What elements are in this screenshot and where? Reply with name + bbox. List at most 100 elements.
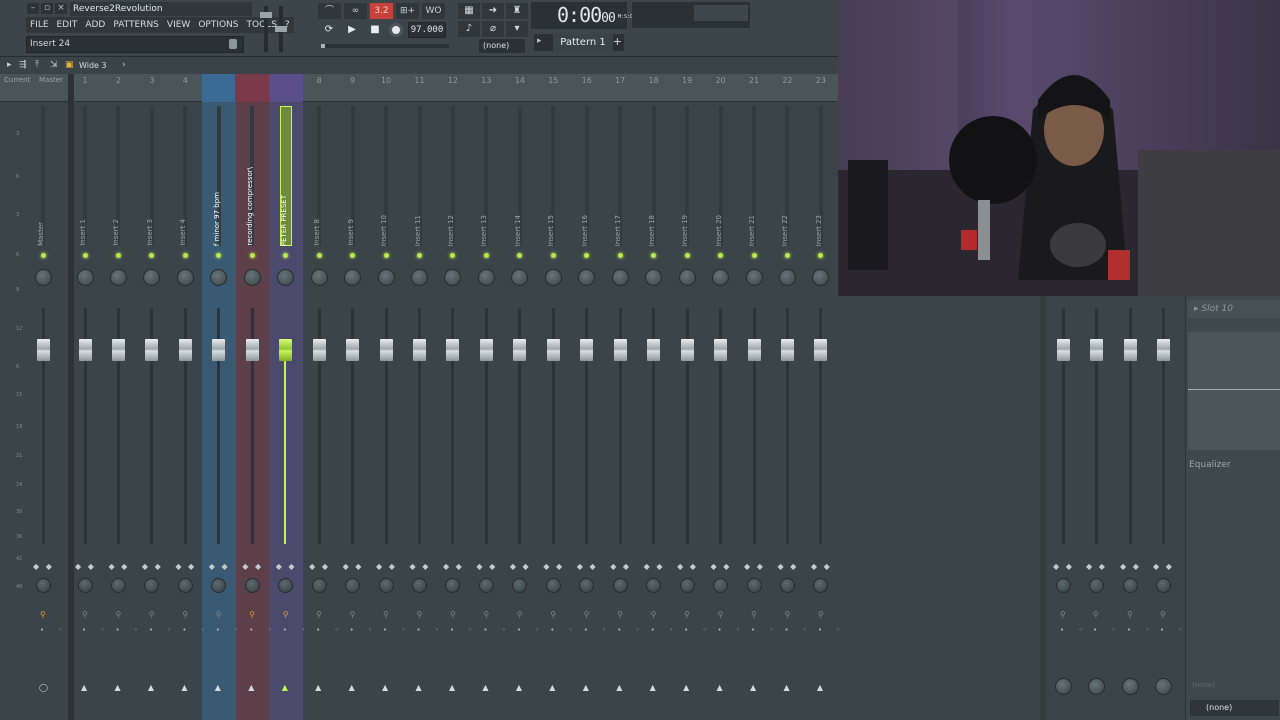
route-icon[interactable]: ⚲	[751, 610, 757, 619]
pan-knob[interactable]	[812, 269, 830, 286]
track-number[interactable]: 23	[811, 76, 831, 85]
stereo-knob[interactable]	[445, 578, 461, 593]
mute-led[interactable]	[550, 253, 556, 258]
stereo-knob[interactable]	[177, 578, 193, 593]
stereo-knob[interactable]	[478, 578, 494, 593]
track-number[interactable]: 12	[443, 76, 463, 85]
volume-fader[interactable]	[446, 339, 460, 361]
volume-fader[interactable]	[212, 339, 226, 361]
menu-add[interactable]: ADD	[81, 17, 109, 33]
track-number[interactable]: 17	[610, 76, 630, 85]
track-number[interactable]: 3	[142, 76, 162, 85]
volume-fader[interactable]	[747, 339, 761, 361]
route-icon[interactable]: ⚲	[784, 610, 790, 619]
track-label[interactable]: Insert 4	[179, 219, 187, 246]
stereo-knob[interactable]	[144, 578, 160, 593]
send-arrow-icon[interactable]: ▲	[616, 683, 622, 692]
send-arrow-icon[interactable]: ▲	[817, 683, 823, 692]
stereo-separation-icon[interactable]: ◆ ◆	[510, 562, 531, 571]
track-number[interactable]: 9	[343, 76, 363, 85]
send-arrow-icon[interactable]: ▲	[215, 683, 221, 692]
track-number[interactable]: 4	[175, 76, 195, 85]
time-display[interactable]: 0:0000 M:S:CS	[531, 2, 636, 29]
track-label[interactable]: Insert 22	[781, 215, 789, 246]
eq-graph[interactable]	[1188, 332, 1280, 450]
track-number[interactable]: 21	[744, 76, 764, 85]
stereo-knob[interactable]	[579, 578, 595, 593]
track-number[interactable]: 22	[777, 76, 797, 85]
stereo-separation-icon[interactable]: ◆ ◆	[811, 562, 832, 571]
mute-led[interactable]	[82, 253, 88, 258]
stereo-separation-icon[interactable]: ◆ ◆	[610, 562, 631, 571]
track-label[interactable]: Insert 20	[715, 215, 723, 246]
route-icon[interactable]: ⚲	[617, 610, 623, 619]
send-arrow-icon[interactable]: ▲	[282, 683, 288, 692]
volume-fader[interactable]	[613, 339, 627, 361]
volume-fader[interactable]	[346, 339, 360, 361]
stereo-knob[interactable]	[1088, 578, 1104, 593]
stereo-knob[interactable]	[35, 578, 51, 593]
route-icon[interactable]: ⇲	[50, 60, 58, 70]
track-number[interactable]: 13	[476, 76, 496, 85]
effect-label[interactable]: Equalizer	[1189, 460, 1231, 470]
stereo-separation-icon[interactable]: ◆ ◆	[677, 562, 698, 571]
stereo-knob[interactable]	[110, 578, 126, 593]
route-icon[interactable]: ⚲	[483, 610, 489, 619]
stereo-separation-icon[interactable]: ◆ ◆	[644, 562, 665, 571]
mute-led[interactable]	[115, 253, 121, 258]
volume-fader[interactable]	[814, 339, 828, 361]
send-arrow-icon[interactable]: ▲	[583, 683, 589, 692]
upload-icon[interactable]: ⤒	[35, 60, 39, 70]
pan-knob[interactable]	[778, 269, 796, 286]
send-arrow-icon[interactable]: ▲	[449, 683, 455, 692]
track-label[interactable]: Insert 9	[347, 219, 355, 246]
pan-knob[interactable]	[745, 269, 763, 286]
send-arrow-icon[interactable]: ▲	[148, 683, 154, 692]
mute-led[interactable]	[818, 253, 824, 258]
stereo-separation-icon[interactable]: ◆ ◆	[1086, 562, 1107, 571]
volume-fader[interactable]	[546, 339, 560, 361]
stereo-knob[interactable]	[412, 578, 427, 593]
track-label[interactable]: Insert 1	[79, 219, 87, 246]
mixer-view-label[interactable]: Wide 3	[79, 61, 107, 70]
mute-led[interactable]	[40, 253, 46, 258]
route-icon[interactable]: ⚲	[182, 610, 188, 619]
track-number[interactable]: 14	[510, 76, 530, 85]
volume-fader[interactable]	[178, 339, 192, 361]
volume-fader[interactable]	[145, 339, 159, 361]
volume-fader[interactable]	[714, 339, 728, 361]
stereo-knob[interactable]	[612, 578, 628, 593]
mute-led[interactable]	[483, 253, 489, 258]
menu-edit[interactable]: EDIT	[53, 17, 82, 33]
mute-led[interactable]	[149, 253, 155, 258]
route-icon[interactable]: ⚲	[417, 610, 423, 619]
volume-fader[interactable]	[1123, 339, 1137, 361]
stereo-separation-icon[interactable]: ◆ ◆	[1053, 562, 1074, 571]
folder-icon[interactable]: ▣	[65, 60, 74, 70]
stereo-knob[interactable]	[311, 578, 327, 593]
mute-led[interactable]	[584, 253, 590, 258]
track-number[interactable]: 10	[376, 76, 396, 85]
pan-knob[interactable]	[411, 269, 428, 286]
stereo-separation-icon[interactable]: ◆ ◆	[75, 562, 96, 571]
pan-knob[interactable]	[176, 269, 194, 286]
stereo-knob[interactable]	[1155, 578, 1171, 593]
mute-led[interactable]	[718, 253, 724, 258]
pan-knob[interactable]	[34, 269, 52, 286]
route-icon[interactable]: ⚲	[718, 610, 724, 619]
tempo-display[interactable]: 97.000	[408, 22, 446, 38]
track-label[interactable]: recording compressor\	[246, 167, 254, 246]
fx-icon[interactable]: ⇶	[19, 60, 27, 70]
master-pitch-slider[interactable]	[275, 6, 287, 52]
send-arrow-icon[interactable]: ▲	[181, 683, 187, 692]
route-icon[interactable]: ⚲	[550, 610, 556, 619]
route-icon[interactable]: ⚲	[517, 610, 523, 619]
track-label[interactable]: Insert 10	[380, 215, 388, 246]
track-number[interactable]: 8	[309, 76, 329, 85]
metronome-icon[interactable]: ⌒	[318, 3, 341, 19]
pattern-none-select[interactable]: (none)	[479, 39, 525, 53]
stereo-separation-icon[interactable]: ◆ ◆	[142, 562, 163, 571]
countdown-icon[interactable]: 3.2	[370, 3, 393, 19]
restore-button[interactable]: ▫	[41, 3, 53, 14]
volume-fader[interactable]	[111, 339, 125, 361]
